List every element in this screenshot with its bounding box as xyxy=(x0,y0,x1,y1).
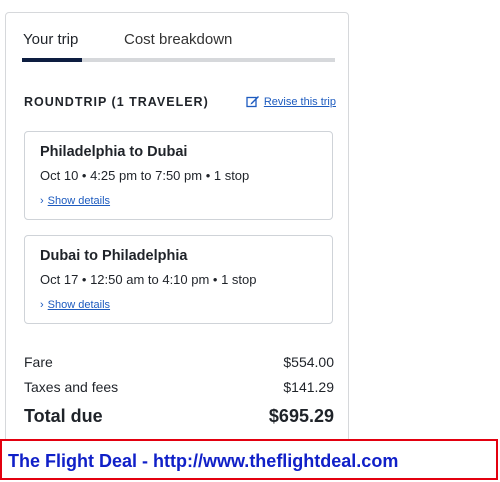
show-details-label: Show details xyxy=(47,299,111,311)
flight-schedule: Oct 10 • 4:25 pm to 7:50 pm • 1 stop xyxy=(40,168,250,183)
total-row: Total due $695.29 xyxy=(24,406,334,427)
watermark-banner: The Flight Deal - http://www.theflightde… xyxy=(0,439,498,480)
total-value: $695.29 xyxy=(268,406,334,426)
fare-row: Fare $554.00 xyxy=(24,354,334,370)
tab-cost-breakdown[interactable]: Cost breakdown xyxy=(124,30,232,50)
flight-card-return: Dubai to Philadelphia Oct 17 • 12:50 am … xyxy=(24,235,333,324)
edit-icon xyxy=(246,96,259,108)
trip-header: ROUNDTRIP (1 TRAVELER) Revise this trip xyxy=(24,95,336,115)
show-details-link[interactable]: › Show details xyxy=(40,195,110,207)
fare-label: Fare xyxy=(24,354,53,370)
show-details-label: Show details xyxy=(47,195,111,207)
chevron-right-icon: › xyxy=(40,299,44,311)
flight-route: Philadelphia to Dubai xyxy=(40,144,188,160)
fare-value: $554.00 xyxy=(283,354,334,370)
tab-your-trip[interactable]: Your trip xyxy=(21,30,83,62)
taxes-label: Taxes and fees xyxy=(24,379,119,395)
flight-card-outbound: Philadelphia to Dubai Oct 10 • 4:25 pm t… xyxy=(24,131,333,220)
banner-text: The Flight Deal - http://www.theflightde… xyxy=(8,451,399,471)
show-details-link[interactable]: › Show details xyxy=(40,299,110,311)
trip-summary-panel: Your trip Cost breakdown ROUNDTRIP (1 TR… xyxy=(5,12,349,450)
flight-route: Dubai to Philadelphia xyxy=(40,248,188,264)
tab-bar: Your trip Cost breakdown xyxy=(21,30,335,62)
trip-title: ROUNDTRIP (1 TRAVELER) xyxy=(24,95,209,109)
revise-trip-link[interactable]: Revise this trip xyxy=(246,95,336,108)
revise-trip-label: Revise this trip xyxy=(263,95,336,108)
taxes-row: Taxes and fees $141.29 xyxy=(24,379,334,395)
total-label: Total due xyxy=(24,406,103,426)
taxes-value: $141.29 xyxy=(283,379,334,395)
flight-schedule: Oct 17 • 12:50 am to 4:10 pm • 1 stop xyxy=(40,272,257,287)
chevron-right-icon: › xyxy=(40,195,44,207)
